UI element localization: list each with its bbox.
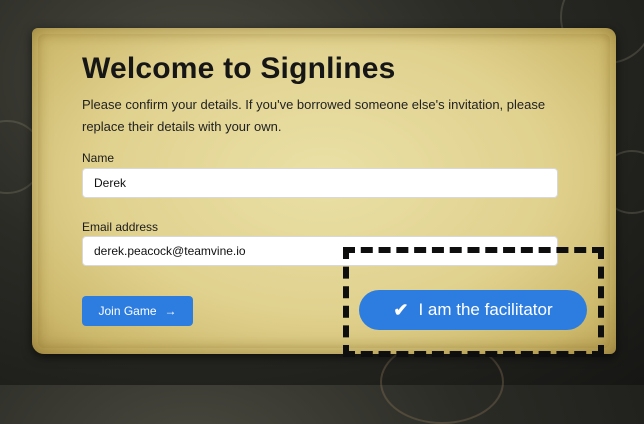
join-game-label: Join Game [98, 304, 157, 318]
email-label: Email address [82, 220, 159, 234]
name-field[interactable] [82, 168, 558, 198]
join-game-button[interactable]: Join Game → [82, 296, 193, 326]
page-title: Welcome to Signlines [82, 52, 396, 85]
facilitator-button[interactable]: ✔ I am the facilitator [359, 290, 587, 330]
intro-text: Please confirm your details. If you've b… [82, 97, 546, 134]
arrow-right-icon: → [164, 304, 177, 318]
name-label: Name [82, 151, 115, 165]
facilitator-label: I am the facilitator [418, 300, 553, 319]
check-icon: ✔ [393, 299, 409, 320]
